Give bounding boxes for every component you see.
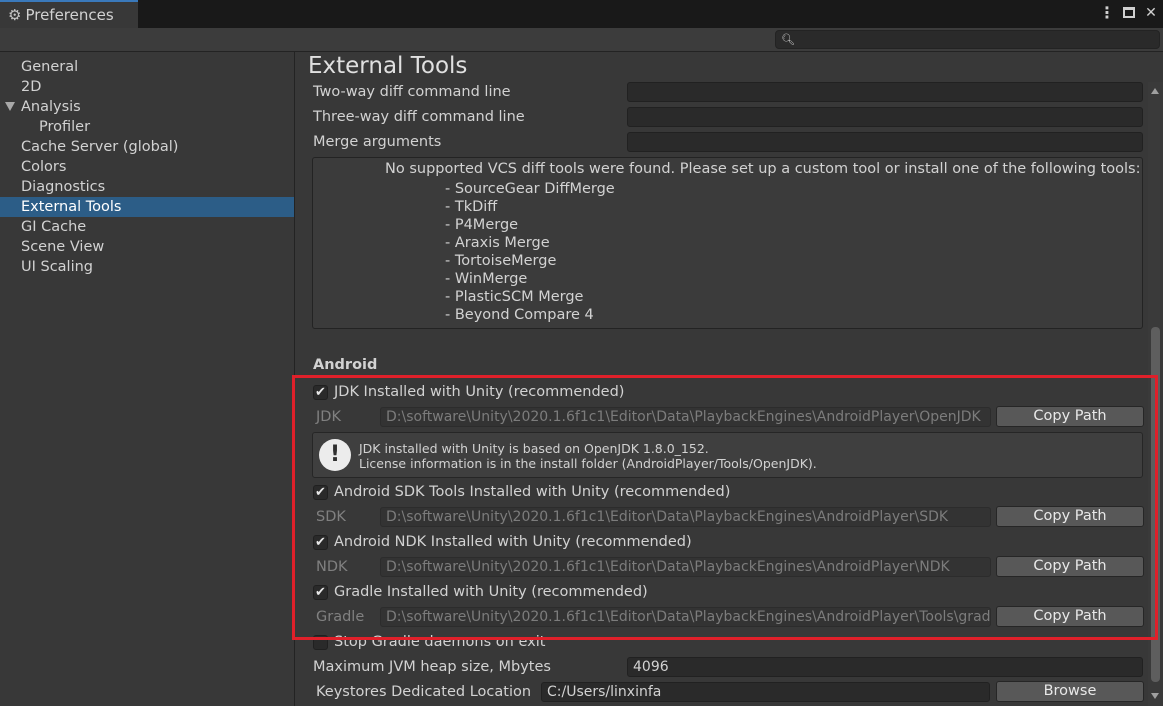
jvm-heap-label: Maximum JVM heap size, Mbytes	[313, 659, 551, 675]
keystore-location-label: Keystores Dedicated Location	[316, 684, 532, 700]
scroll-up-arrow-icon[interactable]	[1151, 88, 1159, 94]
list-item: - TkDiff	[445, 199, 498, 215]
keystore-location-field[interactable]: C:/Users/linxinfa	[541, 682, 990, 702]
jdk-checkbox[interactable]: ✔	[313, 384, 328, 400]
scroll-down-arrow-icon[interactable]	[1151, 693, 1159, 699]
jvm-heap-field[interactable]: 4096	[627, 657, 1143, 677]
jdk-help-box: ! JDK installed with Unity is based on O…	[312, 432, 1143, 478]
help-line: JDK installed with Unity is based on Ope…	[359, 441, 709, 456]
gradle-checkbox-label: Gradle Installed with Unity (recommended…	[334, 584, 648, 600]
gradle-label: Gradle	[316, 609, 365, 625]
tab-title: Preferences	[25, 6, 114, 24]
window-buttons: ⋮ ✕	[1099, 4, 1159, 22]
list-item: - SourceGear DiffMerge	[445, 181, 615, 197]
sdk-path-field: D:\software\Unity\2020.1.6f1c1\Editor\Da…	[380, 507, 991, 527]
sidebar-item-external-tools[interactable]: External Tools	[0, 197, 294, 217]
gradle-installed-toggle[interactable]: ✔ Gradle Installed with Unity (recommend…	[313, 582, 648, 602]
stop-gradle-label: Stop Gradle daemons on exit	[334, 634, 546, 650]
scrollbar-thumb[interactable]	[1151, 327, 1160, 682]
sidebar: General 2D Analysis Profiler Cache Serve…	[0, 52, 295, 706]
list-item: - Beyond Compare 4	[445, 307, 594, 323]
browse-button[interactable]: Browse	[996, 681, 1144, 702]
stop-gradle-checkbox[interactable]	[313, 634, 328, 650]
sdk-copy-path-button[interactable]: Copy Path	[996, 506, 1144, 527]
maximize-icon[interactable]	[1121, 4, 1137, 22]
sidebar-item-general[interactable]: General	[0, 57, 294, 77]
sidebar-item-cache-server[interactable]: Cache Server (global)	[0, 137, 294, 157]
stop-gradle-toggle[interactable]: Stop Gradle daemons on exit	[313, 632, 545, 652]
list-item: - TortoiseMerge	[445, 253, 557, 269]
ndk-installed-toggle[interactable]: ✔ Android NDK Installed with Unity (reco…	[313, 532, 692, 552]
kebab-menu-icon[interactable]: ⋮	[1099, 4, 1115, 22]
sidebar-item-diagnostics[interactable]: Diagnostics	[0, 177, 294, 197]
sidebar-item-2d[interactable]: 2D	[0, 77, 294, 97]
help-line: License information is in the install fo…	[359, 456, 817, 471]
list-item: - P4Merge	[445, 217, 519, 233]
list-item: - WinMerge	[445, 271, 528, 287]
gradle-copy-path-button[interactable]: Copy Path	[996, 606, 1144, 627]
sidebar-item-profiler[interactable]: Profiler	[0, 117, 294, 137]
gradle-checkbox[interactable]: ✔	[313, 584, 328, 600]
list-item: - Araxis Merge	[445, 235, 550, 251]
merge-arguments-field[interactable]	[627, 132, 1143, 152]
sidebar-item-ui-scaling[interactable]: UI Scaling	[0, 257, 294, 277]
ndk-label: NDK	[316, 559, 348, 575]
gradle-path-field: D:\software\Unity\2020.1.6f1c1\Editor\Da…	[380, 607, 991, 627]
search-input[interactable]: 🔍︎	[775, 30, 1160, 49]
jdk-label: JDK	[316, 409, 341, 425]
jdk-help-text: JDK installed with Unity is based on Ope…	[359, 441, 817, 471]
ndk-checkbox-label: Android NDK Installed with Unity (recomm…	[334, 534, 692, 550]
sdk-checkbox[interactable]: ✔	[313, 484, 328, 500]
ndk-copy-path-button[interactable]: Copy Path	[996, 556, 1144, 577]
sdk-installed-toggle[interactable]: ✔ Android SDK Tools Installed with Unity…	[313, 482, 730, 502]
merge-arguments-label: Merge arguments	[313, 134, 442, 150]
search-icon: 🔍︎	[781, 33, 795, 46]
jdk-checkbox-label: JDK Installed with Unity (recommended)	[334, 384, 625, 400]
vcs-tool-list: - SourceGear DiffMerge - TkDiff - P4Merg…	[445, 180, 615, 324]
sidebar-item-scene-view[interactable]: Scene View	[0, 237, 294, 257]
gear-icon: ⚙	[8, 5, 22, 24]
jdk-path-field: D:\software\Unity\2020.1.6f1c1\Editor\Da…	[380, 407, 991, 427]
close-icon[interactable]: ✕	[1143, 4, 1159, 22]
three-way-diff-label: Three-way diff command line	[313, 109, 525, 125]
android-heading: Android	[313, 357, 378, 373]
ndk-checkbox[interactable]: ✔	[313, 534, 328, 550]
toolbar: 🔍︎	[0, 28, 1163, 52]
warning-icon: !	[319, 439, 351, 471]
two-way-diff-field[interactable]	[627, 82, 1143, 102]
main-panel: External Tools Two-way diff command line…	[296, 52, 1163, 706]
sidebar-item-gi-cache[interactable]: GI Cache	[0, 217, 294, 237]
vcs-help-box: No supported VCS diff tools were found. …	[312, 157, 1143, 329]
vcs-message: No supported VCS diff tools were found. …	[385, 161, 1141, 177]
sidebar-item-colors[interactable]: Colors	[0, 157, 294, 177]
two-way-diff-label: Two-way diff command line	[313, 84, 511, 100]
preferences-tab[interactable]: ⚙ Preferences	[0, 0, 138, 28]
expand-arrow-icon[interactable]	[5, 102, 15, 111]
ndk-path-field: D:\software\Unity\2020.1.6f1c1\Editor\Da…	[380, 557, 991, 577]
jdk-copy-path-button[interactable]: Copy Path	[996, 406, 1144, 427]
title-bar: ⚙ Preferences ⋮ ✕	[0, 0, 1163, 28]
sdk-label: SDK	[316, 509, 346, 525]
sidebar-item-analysis[interactable]: Analysis	[0, 97, 294, 117]
vertical-scrollbar[interactable]	[1148, 82, 1163, 706]
sdk-checkbox-label: Android SDK Tools Installed with Unity (…	[334, 484, 731, 500]
three-way-diff-field[interactable]	[627, 107, 1143, 127]
jdk-installed-toggle[interactable]: ✔ JDK Installed with Unity (recommended)	[313, 382, 624, 402]
page-title: External Tools	[308, 53, 468, 79]
sidebar-item-label: Analysis	[21, 99, 81, 115]
list-item: - PlasticSCM Merge	[445, 289, 584, 305]
